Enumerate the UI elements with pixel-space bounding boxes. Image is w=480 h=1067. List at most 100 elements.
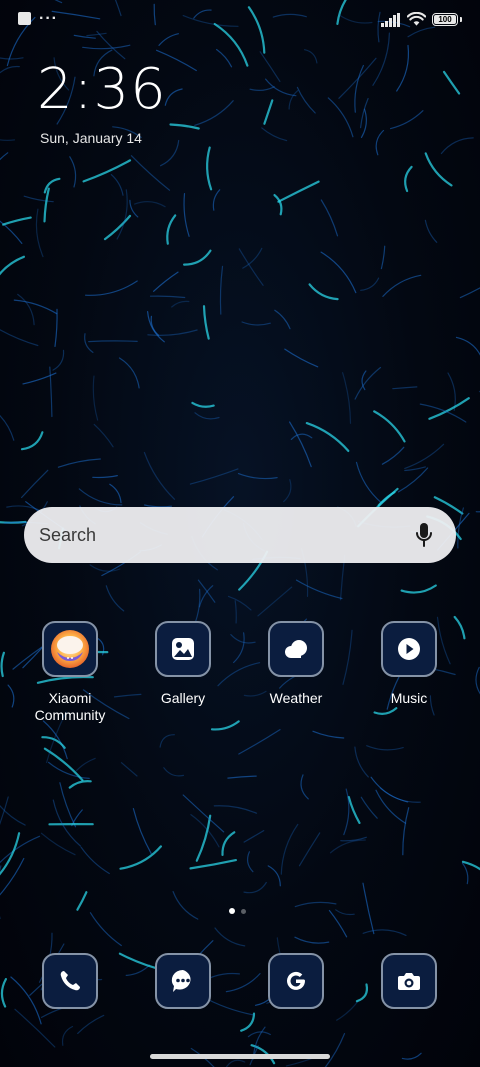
wallpaper-stroke	[57, 458, 101, 468]
wallpaper-stroke	[355, 983, 369, 1003]
app-weather[interactable]: Weather	[241, 621, 351, 707]
wallpaper-stroke	[362, 882, 375, 935]
wallpaper-stroke	[234, 600, 237, 624]
dock-google[interactable]	[268, 953, 324, 1009]
wallpaper-stroke	[373, 707, 398, 715]
wallpaper-stroke	[75, 757, 96, 772]
wallpaper-stroke	[308, 283, 339, 301]
wallpaper-stroke	[360, 97, 369, 129]
page-dot-active[interactable]	[229, 908, 235, 914]
wallpaper-stroke	[105, 585, 125, 612]
wallpaper-stroke	[164, 88, 183, 106]
wallpaper-stroke	[0, 139, 16, 141]
page-dot[interactable]	[241, 908, 246, 914]
wallpaper-stroke	[296, 86, 316, 114]
wallpaper-stroke	[225, 973, 261, 993]
gallery-icon	[172, 638, 194, 660]
app-tile[interactable]	[268, 621, 324, 677]
wallpaper-stroke	[114, 0, 122, 17]
wallpaper-stroke	[227, 775, 257, 779]
wallpaper-stroke	[300, 774, 309, 800]
wallpaper-stroke	[404, 165, 413, 193]
search-placeholder[interactable]: Search	[39, 525, 414, 546]
wallpaper-stroke	[257, 586, 293, 617]
wallpaper-stroke	[0, 65, 20, 74]
wallpaper-stroke	[404, 443, 445, 469]
app-gallery[interactable]: Gallery	[128, 621, 238, 707]
wallpaper-stroke	[82, 159, 132, 183]
wallpaper-stroke	[171, 300, 190, 308]
wallpaper-stroke	[20, 431, 44, 451]
wallpaper-stroke	[327, 97, 354, 138]
wallpaper-stroke	[96, 30, 126, 60]
wallpaper-stroke	[82, 44, 131, 50]
wallpaper-stroke	[280, 823, 299, 875]
app-tile[interactable]	[42, 621, 98, 677]
app-tile[interactable]	[155, 621, 211, 677]
page-indicator[interactable]	[229, 908, 246, 914]
wallpaper-stroke	[193, 9, 212, 19]
wallpaper-stroke	[324, 1033, 346, 1067]
wallpaper-stroke	[0, 978, 7, 1008]
xiaomi-community-icon	[51, 630, 89, 668]
wallpaper-stroke	[335, 909, 355, 916]
wallpaper-stroke	[0, 651, 5, 678]
wallpaper-stroke	[132, 808, 152, 855]
wallpaper-stroke	[84, 333, 94, 353]
wallpaper-stroke	[360, 796, 378, 819]
wallpaper-stroke	[336, 999, 360, 1021]
dock-camera[interactable]	[381, 953, 437, 1009]
wallpaper-stroke	[13, 299, 58, 315]
wallpaper-stroke	[243, 830, 265, 843]
wallpaper-stroke	[240, 1012, 256, 1032]
wallpaper-stroke	[263, 99, 274, 125]
wallpaper-stroke	[54, 308, 58, 347]
wallpaper-stroke	[347, 795, 361, 824]
app-music[interactable]: Music	[354, 621, 464, 707]
wallpaper-stroke	[382, 274, 422, 297]
wallpaper-stroke	[206, 146, 213, 191]
wallpaper-stroke	[109, 483, 122, 504]
clock-date[interactable]: Sun, January 14	[40, 130, 142, 146]
wallpaper-stroke	[119, 845, 162, 870]
wallpaper-stroke	[354, 366, 382, 400]
phone-icon	[60, 971, 80, 991]
clock-time[interactable]: 2:36	[37, 58, 167, 122]
wallpaper-stroke	[402, 807, 410, 856]
app-xiaomi-community[interactable]: Xiaomi Community	[15, 621, 125, 724]
notification-square-icon	[18, 12, 31, 25]
wallpaper-stroke	[459, 287, 480, 299]
wallpaper-stroke	[241, 321, 271, 326]
wallpaper-stroke	[447, 372, 456, 411]
more-dots-icon: ···	[39, 10, 58, 27]
dock-phone[interactable]	[42, 953, 98, 1009]
app-tile[interactable]	[381, 621, 437, 677]
wallpaper-stroke	[77, 1014, 105, 1034]
wallpaper-stroke	[92, 375, 99, 421]
wallpaper-stroke	[354, 746, 369, 778]
wallpaper-stroke	[92, 475, 118, 479]
wallpaper-stroke	[461, 860, 480, 871]
dock-messages[interactable]	[155, 953, 211, 1009]
wallpaper-stroke	[89, 912, 122, 947]
wallpaper-stroke	[216, 48, 233, 68]
wallpaper-stroke	[305, 422, 350, 452]
search-bar[interactable]: Search	[24, 507, 456, 563]
wallpaper-stroke	[354, 64, 364, 113]
wallpaper-stroke	[366, 745, 404, 751]
microphone-icon[interactable]	[414, 522, 434, 548]
wallpaper-stroke	[461, 862, 469, 885]
wallpaper-stroke	[397, 467, 429, 493]
wallpaper-stroke	[23, 195, 54, 203]
wallpaper-stroke	[440, 137, 474, 155]
wallpaper-stroke	[219, 265, 224, 315]
wallpaper-stroke	[43, 187, 50, 223]
wallpaper-stroke	[0, 832, 21, 876]
wallpaper-stroke	[338, 57, 377, 99]
wallpaper-stroke	[118, 357, 140, 389]
wallpaper-stroke	[194, 412, 220, 420]
wallpaper-stroke	[172, 891, 199, 920]
wallpaper-stroke	[103, 214, 132, 241]
wallpaper-stroke	[147, 311, 165, 343]
home-indicator[interactable]	[150, 1054, 330, 1059]
